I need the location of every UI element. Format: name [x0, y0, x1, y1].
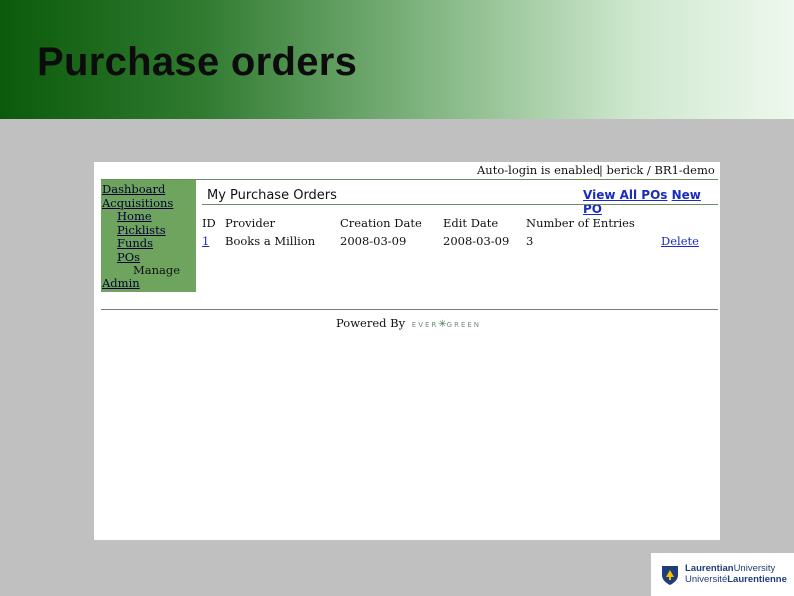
sidebar-item-picklists[interactable]: Picklists: [117, 223, 166, 237]
view-all-pos-link[interactable]: View All POs: [583, 188, 667, 202]
column-header-entries: Number of Entries: [526, 216, 635, 230]
sidebar-item-home[interactable]: Home: [117, 209, 152, 223]
column-header-id: ID: [202, 216, 216, 230]
evergreen-star-icon: ✳: [438, 318, 447, 330]
sidebar-item-acquisitions[interactable]: Acquisitions: [102, 196, 173, 210]
po-entries: 3: [526, 234, 534, 248]
header-links: View All POs New PO: [583, 188, 720, 216]
sidebar-item-pos[interactable]: POs: [117, 250, 140, 264]
sidebar-item-manage: Manage: [133, 263, 181, 277]
sidebar-item-funds[interactable]: Funds: [117, 236, 153, 250]
sidebar: Dashboard Acquisitions Home Picklists Fu…: [101, 180, 196, 292]
autologin-status: Auto-login is enabled: [477, 163, 601, 177]
university-logo: LaurentianUniversity UniversitéLaurentie…: [651, 553, 794, 596]
powered-by: Powered By EVER✳GREEN: [336, 316, 481, 330]
slide-title: Purchase orders: [37, 40, 358, 84]
screenshot-panel: Auto-login is enabled | berick / BR1-dem…: [94, 162, 720, 540]
po-provider: Books a Million: [225, 234, 316, 248]
delete-po-link[interactable]: Delete: [661, 234, 699, 248]
sidebar-item-admin[interactable]: Admin: [102, 276, 140, 290]
column-header-creation-date: Creation Date: [340, 216, 422, 230]
column-header-edit-date: Edit Date: [443, 216, 499, 230]
evergreen-logo: EVER✳GREEN: [411, 318, 482, 330]
heading-divider: [202, 204, 718, 205]
column-header-provider: Provider: [225, 216, 275, 230]
shield-icon: [662, 566, 678, 585]
top-bar: Auto-login is enabled | berick / BR1-dem…: [94, 162, 720, 180]
po-creation-date: 2008-03-09: [340, 234, 407, 248]
po-id-link[interactable]: 1: [202, 234, 209, 248]
logo-line-english: LaurentianUniversity: [685, 563, 776, 574]
sidebar-item-dashboard[interactable]: Dashboard: [102, 182, 165, 196]
logo-line-french: UniversitéLaurentienne: [685, 574, 787, 585]
po-edit-date: 2008-03-09: [443, 234, 510, 248]
page-heading: My Purchase Orders: [207, 188, 337, 203]
powered-by-label: Powered By: [336, 316, 406, 330]
footer-divider: [101, 309, 718, 310]
user-info: | berick / BR1-demo: [599, 163, 715, 177]
